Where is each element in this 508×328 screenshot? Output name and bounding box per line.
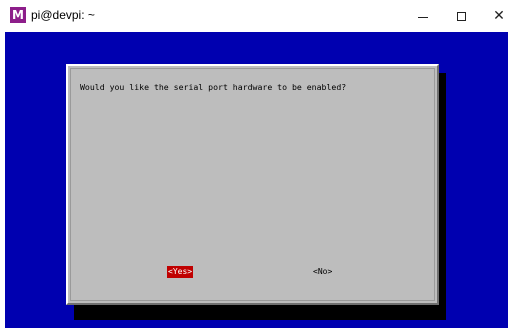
- dialog-prompt: Would you like the serial port hardware …: [80, 82, 347, 92]
- yes-button[interactable]: <Yes>: [167, 266, 194, 278]
- no-button[interactable]: <No>: [312, 266, 333, 278]
- dialog-box: [66, 64, 439, 305]
- window-title: pi@devpi: ~: [31, 8, 95, 22]
- minimize-icon: [418, 16, 428, 18]
- dialog-inner-frame: [70, 68, 435, 301]
- app-icon[interactable]: M: [10, 7, 26, 23]
- title-bar[interactable]: M pi@devpi: ~ ✕: [0, 0, 508, 32]
- minimize-button[interactable]: [408, 4, 438, 28]
- terminal-window: M pi@devpi: ~ ✕ Would you like the seria…: [0, 0, 508, 328]
- close-icon: ✕: [493, 8, 505, 24]
- close-button[interactable]: ✕: [484, 4, 508, 28]
- maximize-button[interactable]: [446, 4, 476, 28]
- maximize-icon: [456, 11, 466, 21]
